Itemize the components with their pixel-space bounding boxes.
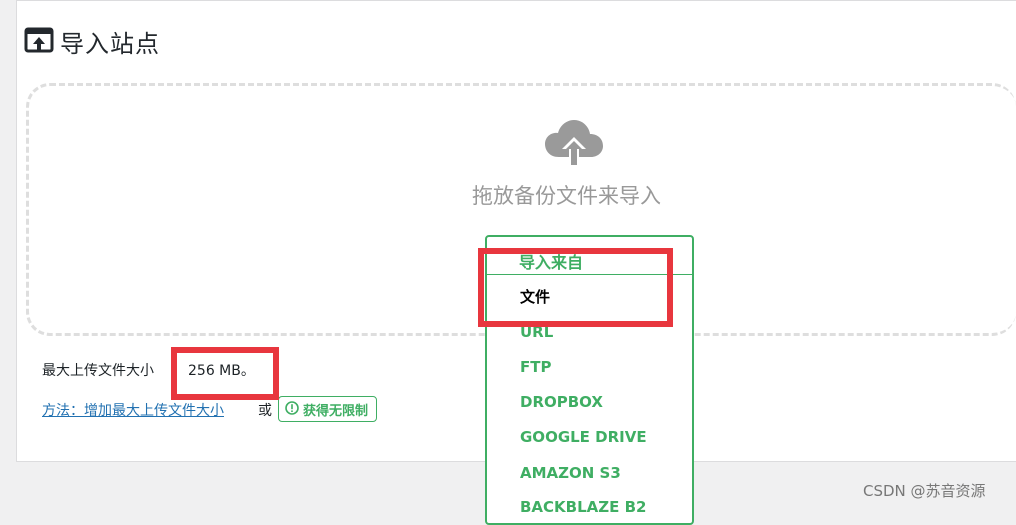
cloud-upload-icon	[543, 117, 605, 169]
import-option-backblaze-b2[interactable]: BACKBLAZE B2	[520, 498, 647, 516]
info-circle-icon	[285, 400, 299, 419]
import-option-amazon-s3[interactable]: AMAZON S3	[520, 464, 621, 482]
page-header: 导入站点	[24, 26, 160, 58]
import-option-ftp[interactable]: FTP	[520, 358, 551, 376]
import-option-google-drive[interactable]: GOOGLE DRIVE	[520, 428, 647, 446]
increase-upload-size-link[interactable]: 方法：增加最大上传文件大小	[42, 400, 224, 420]
watermark-text: CSDN @苏音资源	[863, 482, 986, 500]
import-upload-icon	[24, 26, 54, 56]
get-unlimited-button[interactable]: 获得无限制	[278, 396, 378, 422]
get-unlimited-label: 获得无限制	[303, 403, 369, 419]
import-option-dropbox[interactable]: DROPBOX	[520, 393, 603, 411]
max-upload-size-label: 最大上传文件大小	[42, 363, 154, 379]
or-separator: 或	[258, 403, 272, 419]
annotation-highlight-file-option	[478, 248, 673, 327]
annotation-highlight-size-value	[171, 347, 279, 400]
page-title: 导入站点	[60, 29, 160, 58]
dropzone-instructions: 拖放备份文件来导入	[472, 184, 661, 208]
